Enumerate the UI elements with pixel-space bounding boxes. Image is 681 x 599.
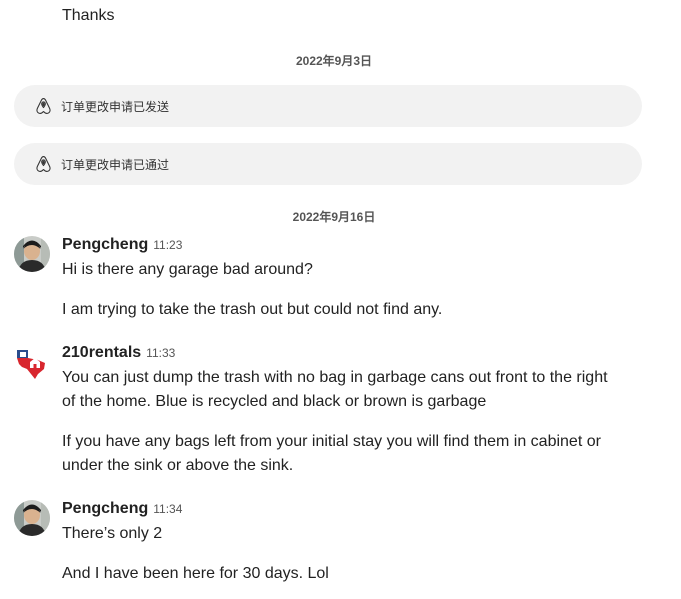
message-line: There’s only 2	[62, 525, 163, 542]
sender-name[interactable]: 210rentals	[62, 344, 141, 362]
avatar-pengcheng[interactable]	[14, 500, 50, 536]
airbnb-logo-icon	[34, 97, 52, 115]
message-header: Pengcheng 11:34	[62, 500, 182, 518]
message-line: under the sink or above the sink.	[62, 457, 294, 474]
system-message-text: 订单更改申请已发送	[61, 99, 170, 114]
avatar-pengcheng[interactable]	[14, 236, 50, 272]
message-time: 11:23	[153, 238, 183, 252]
message-header: 210rentals 11:33	[62, 344, 175, 362]
message-line: of the home. Blue is recycled and black …	[62, 393, 487, 410]
message-time: 11:33	[146, 346, 176, 360]
system-message-text: 订单更改申请已通过	[61, 157, 170, 172]
message-line: Hi is there any garage bad around?	[62, 261, 313, 278]
date-separator: 2022年9月16日	[292, 210, 376, 224]
system-message-change-request-approved: 订单更改申请已通过	[14, 143, 642, 185]
date-separator: 2022年9月3日	[295, 54, 373, 68]
previous-message-last-line: Thanks	[62, 7, 115, 24]
message-header: Pengcheng 11:23	[62, 236, 182, 254]
message-line: And I have been here for 30 days. Lol	[62, 565, 329, 582]
sender-name[interactable]: Pengcheng	[62, 500, 148, 518]
airbnb-logo-icon	[34, 155, 52, 173]
message-line: If you have any bags left from your init…	[62, 433, 601, 450]
avatar-210rentals[interactable]	[14, 344, 50, 380]
message-line: I am trying to take the trash out but co…	[62, 301, 443, 318]
message-line: You can just dump the trash with no bag …	[62, 369, 608, 386]
message-time: 11:34	[153, 502, 183, 516]
sender-name[interactable]: Pengcheng	[62, 236, 148, 254]
system-message-change-request-sent: 订单更改申请已发送	[14, 85, 642, 127]
